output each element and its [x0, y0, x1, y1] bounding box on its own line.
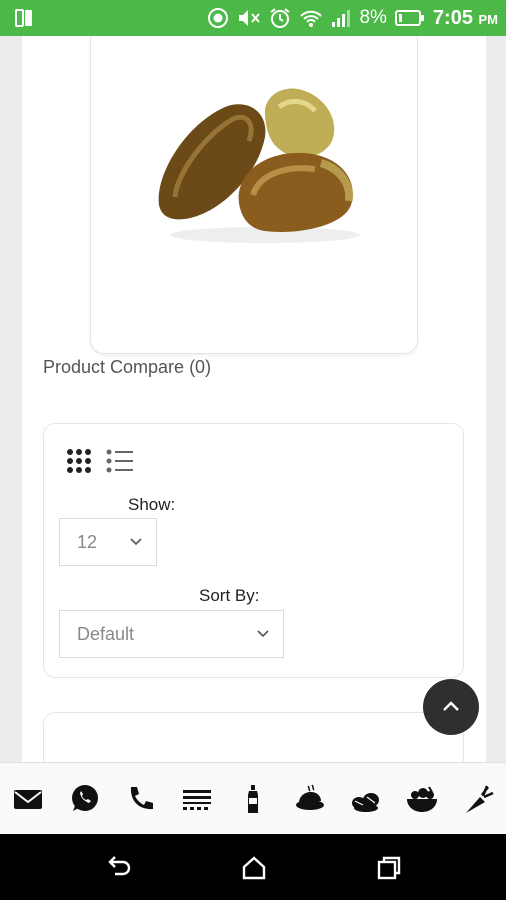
- show-count-select[interactable]: 12: [59, 518, 157, 566]
- whatsapp-icon[interactable]: [67, 783, 101, 815]
- recent-apps-icon[interactable]: [375, 854, 403, 882]
- chevron-up-icon: [443, 701, 459, 711]
- list-view-icon[interactable]: [106, 448, 134, 474]
- wifi-icon: [300, 10, 323, 27]
- show-label: Show:: [128, 495, 176, 514]
- alarm-icon: [270, 8, 291, 28]
- product-image-card[interactable]: [90, 36, 418, 354]
- listing-toolbar: Show: 12 Sort By: Default: [43, 423, 464, 678]
- sort-by-label: Sort By:: [199, 586, 260, 605]
- home-icon[interactable]: [240, 854, 268, 882]
- sort-by-value: Default: [77, 624, 135, 644]
- status-bar: 8% 7:05 PM: [0, 0, 506, 36]
- battery-percent: 8%: [359, 7, 387, 28]
- bottom-shortcut-bar: [0, 762, 506, 834]
- page-viewport[interactable]: Product Compare (0) Show: 12 Sort By: De…: [0, 36, 506, 762]
- chevron-down-icon: [257, 630, 269, 638]
- android-nav-bar: [0, 834, 506, 900]
- record-icon: [208, 8, 229, 28]
- grid-view-icon[interactable]: [66, 448, 92, 474]
- mail-icon[interactable]: [11, 783, 45, 815]
- sort-by-select[interactable]: Default: [59, 610, 284, 658]
- scroll-to-top-button[interactable]: [423, 679, 479, 735]
- bottle-category-icon[interactable]: [236, 783, 270, 815]
- product-list-card: [43, 712, 464, 762]
- salad-category-icon[interactable]: [405, 783, 439, 815]
- product-compare-link[interactable]: Product Compare (0): [43, 357, 211, 378]
- mute-icon: [239, 10, 261, 26]
- dry-fruits-category-icon[interactable]: [349, 783, 383, 815]
- show-count-value: 12: [77, 532, 98, 552]
- content-column: Product Compare (0) Show: 12 Sort By: De…: [22, 36, 486, 762]
- vegetables-category-icon[interactable]: [462, 783, 496, 815]
- battery-icon: [394, 10, 424, 26]
- phone-icon[interactable]: [124, 783, 158, 815]
- screen-mirror-icon: [15, 9, 32, 27]
- chevron-down-icon: [130, 538, 142, 546]
- back-icon[interactable]: [105, 854, 133, 882]
- signal-icon: [332, 10, 351, 27]
- grocery-category-icon[interactable]: [180, 783, 214, 815]
- poultry-category-icon[interactable]: [293, 783, 327, 815]
- dates-fruit-image: [158, 88, 360, 243]
- status-icons: 8% 7:05 PM: [207, 0, 498, 36]
- clock: 7:05 PM: [432, 6, 498, 29]
